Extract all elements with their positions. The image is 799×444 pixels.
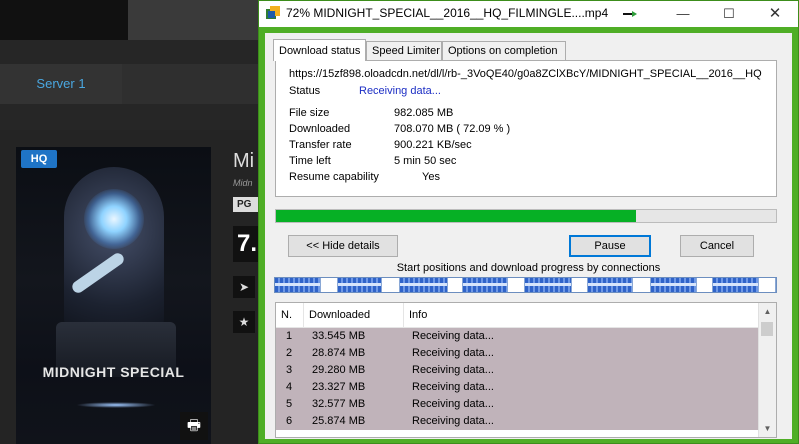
arrow-icon	[623, 11, 637, 17]
table-row[interactable]: 6 25.874 MB Receiving data...	[276, 413, 760, 430]
movie-subtitle: Midn	[233, 178, 253, 188]
hide-details-button[interactable]: << Hide details	[288, 235, 398, 257]
poster-car-lights	[76, 402, 156, 408]
connection-segment	[275, 278, 322, 292]
close-button[interactable]: ✕	[752, 1, 798, 27]
row-downloaded: 29.280 MB	[312, 364, 366, 376]
movie-poster[interactable]	[16, 147, 211, 444]
row-number: 4	[286, 381, 293, 393]
file-size-label: File size	[289, 107, 330, 119]
connection-segment-remaining	[321, 278, 338, 292]
row-downloaded: 25.874 MB	[312, 415, 366, 427]
window-title: 72% MIDNIGHT_SPECIAL__2016__HQ_FILMINGLE…	[286, 6, 609, 20]
cancel-button[interactable]: Cancel	[680, 235, 754, 257]
column-header-info[interactable]: Info	[404, 303, 760, 327]
idm-app-icon	[266, 6, 280, 19]
dialog-client-area: Download status Speed Limiter Options on…	[265, 33, 792, 439]
row-downloaded: 33.545 MB	[312, 330, 366, 342]
rating-badge: PG	[233, 197, 259, 212]
movie-title: Mi	[233, 150, 255, 172]
downloaded-label: Downloaded	[289, 123, 351, 135]
download-dialog: 72% MIDNIGHT_SPECIAL__2016__HQ_FILMINGLE…	[258, 0, 799, 444]
connection-segment	[588, 278, 633, 292]
row-info: Receiving data...	[412, 347, 494, 359]
connection-segment	[400, 278, 448, 292]
row-number: 2	[286, 347, 293, 359]
download-status-panel: https://15zf898.oloadcdn.net/dl/l/rb-_3V…	[275, 60, 777, 197]
table-row[interactable]: 4 23.327 MB Receiving data...	[276, 379, 760, 396]
minimize-button[interactable]: —	[660, 1, 706, 27]
table-header: N. Downloaded Info	[276, 303, 760, 328]
pause-button[interactable]: Pause	[569, 235, 651, 257]
connection-segment	[713, 278, 759, 292]
title-bar[interactable]: 72% MIDNIGHT_SPECIAL__2016__HQ_FILMINGLE…	[259, 1, 798, 27]
connections-progress-bar	[274, 277, 777, 293]
hq-badge: HQ	[21, 150, 57, 168]
tab-speed-limiter[interactable]: Speed Limiter	[366, 41, 442, 60]
row-downloaded: 23.327 MB	[312, 381, 366, 393]
time-left-label: Time left	[289, 155, 331, 167]
star-icon[interactable]: ★	[233, 311, 255, 333]
score-badge: 7.	[233, 226, 259, 262]
connection-segment	[462, 278, 509, 292]
table-row[interactable]: 2 28.874 MB Receiving data...	[276, 345, 760, 362]
transfer-rate-value: 900.221 KB/sec	[394, 139, 472, 151]
table-row[interactable]: 1 33.545 MB Receiving data...	[276, 328, 760, 345]
row-number: 3	[286, 364, 293, 376]
site-header-thumbnail[interactable]	[128, 0, 258, 40]
status-label: Status	[289, 85, 321, 97]
time-left-value: 5 min 50 sec	[394, 155, 457, 167]
row-downloaded: 28.874 MB	[312, 347, 366, 359]
row-info: Receiving data...	[412, 364, 494, 376]
connection-segment-remaining	[447, 278, 463, 292]
share-icon[interactable]: ➤	[233, 276, 255, 298]
table-row[interactable]: 5 32.577 MB Receiving data...	[276, 396, 760, 413]
connection-segment	[337, 278, 383, 292]
connections-table[interactable]: N. Downloaded Info 1 33.545 MB Receiving…	[275, 302, 777, 438]
row-downloaded: 32.577 MB	[312, 398, 366, 410]
table-row[interactable]: 3 29.280 MB Receiving data...	[276, 362, 760, 379]
row-info: Receiving data...	[412, 398, 494, 410]
download-progress-bar	[275, 209, 777, 223]
tab-download-status[interactable]: Download status	[273, 39, 366, 61]
maximize-button[interactable]: ☐	[706, 1, 752, 27]
connection-segment-remaining	[382, 278, 401, 292]
poster-title: MIDNIGHT SPECIAL	[42, 364, 185, 380]
server-1-tab[interactable]: Server 1	[0, 64, 122, 104]
connection-segment	[650, 278, 697, 292]
poster-glow	[84, 189, 144, 249]
resume-capability-label: Resume capability	[289, 171, 379, 183]
row-info: Receiving data...	[412, 330, 494, 342]
file-size-value: 982.085 MB	[394, 107, 454, 119]
connection-segment-remaining	[508, 278, 526, 292]
download-url: https://15zf898.oloadcdn.net/dl/l/rb-_3V…	[289, 68, 762, 80]
tab-options-on-completion[interactable]: Options on completion	[442, 41, 566, 60]
connection-segment	[525, 278, 573, 292]
column-header-number[interactable]: N.	[276, 303, 304, 327]
row-number: 1	[286, 330, 293, 342]
resume-capability-value: Yes	[422, 171, 440, 183]
table-scrollbar[interactable]: ▲ ▼	[758, 303, 776, 437]
row-info: Receiving data...	[412, 381, 494, 393]
scroll-down-arrow-icon[interactable]: ▼	[759, 420, 776, 437]
connection-segment-remaining	[758, 278, 776, 292]
download-progress-fill	[276, 210, 637, 222]
print-icon[interactable]: 🖶	[180, 412, 208, 440]
scroll-thumb[interactable]	[761, 322, 773, 336]
row-info: Receiving data...	[412, 415, 494, 427]
row-number: 5	[286, 398, 293, 410]
connection-segment-remaining	[632, 278, 651, 292]
column-header-downloaded[interactable]: Downloaded	[304, 303, 404, 327]
connection-segment-remaining	[696, 278, 714, 292]
scroll-up-arrow-icon[interactable]: ▲	[759, 303, 776, 320]
downloaded-value: 708.070 MB ( 72.09 % )	[394, 123, 511, 135]
status-value: Receiving data...	[359, 85, 441, 97]
connection-segment-remaining	[572, 278, 589, 292]
transfer-rate-label: Transfer rate	[289, 139, 352, 151]
connections-caption: Start positions and download progress by…	[396, 262, 661, 274]
row-number: 6	[286, 415, 293, 427]
